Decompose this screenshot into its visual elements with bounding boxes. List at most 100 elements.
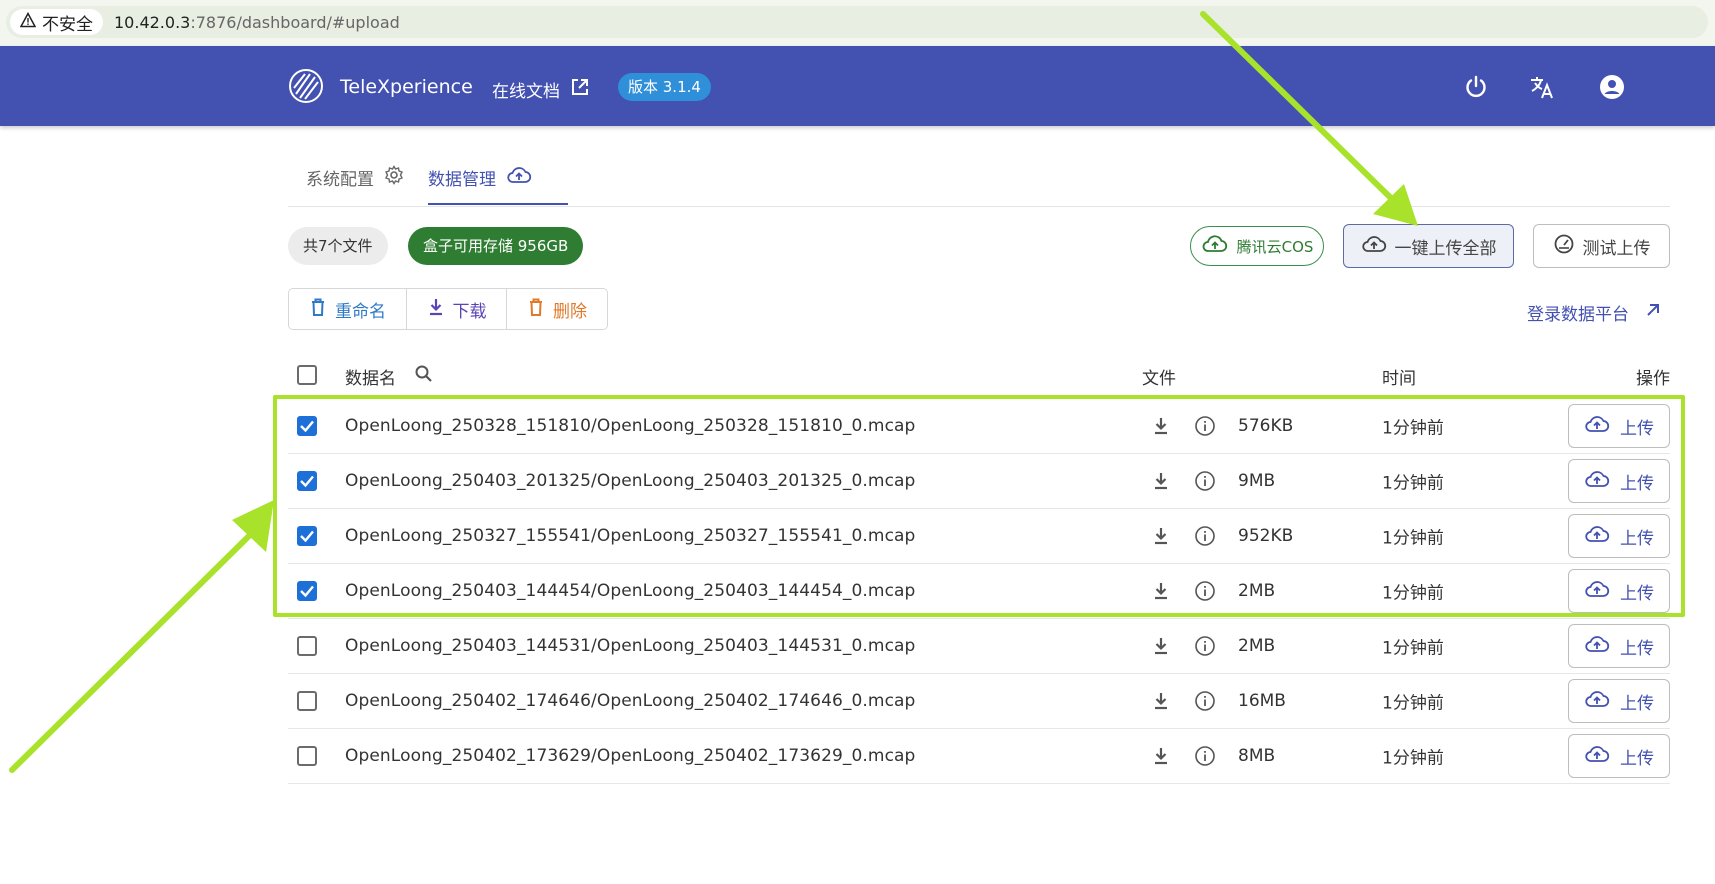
upload-label: 上传 [1620, 748, 1654, 769]
header-name: 数据名 [345, 364, 434, 389]
row-checkbox[interactable] [297, 581, 317, 601]
info-icon[interactable] [1194, 635, 1216, 662]
cloud-upload-icon [1584, 469, 1610, 494]
download-icon[interactable] [1152, 525, 1170, 552]
file-size: 952KB [1238, 526, 1294, 546]
download-icon[interactable] [1152, 580, 1170, 607]
tab-label: 系统配置 [306, 170, 374, 190]
row-upload-button[interactable]: 上传 [1568, 459, 1670, 503]
info-icon[interactable] [1194, 690, 1216, 717]
gear-icon [384, 165, 404, 190]
row-checkbox[interactable] [297, 691, 317, 711]
download-icon[interactable] [1152, 745, 1170, 772]
row-upload-button[interactable]: 上传 [1568, 404, 1670, 448]
file-time: 1分钟前 [1382, 418, 1444, 439]
online-docs-link[interactable]: 在线文档 [492, 77, 590, 102]
upload-label: 上传 [1620, 693, 1654, 714]
url-text[interactable]: 10.42.0.3:7876/dashboard/#upload [114, 13, 400, 32]
cos-label: 腾讯云COS [1236, 237, 1314, 256]
download-button[interactable]: 下载 [407, 289, 507, 329]
table-row: OpenLoong_250328_151810/OpenLoong_250328… [288, 398, 1670, 453]
info-icon[interactable] [1194, 525, 1216, 552]
info-icon[interactable] [1194, 745, 1216, 772]
file-time: 1分钟前 [1382, 693, 1444, 714]
select-all-checkbox[interactable] [297, 365, 317, 385]
row-checkbox[interactable] [297, 526, 317, 546]
table-row: OpenLoong_250403_144454/OpenLoong_250403… [288, 563, 1670, 618]
cloud-upload-icon [1584, 634, 1610, 659]
file-count-chip: 共7个文件 [288, 227, 388, 265]
table-row: OpenLoong_250327_155541/OpenLoong_250327… [288, 508, 1670, 563]
upload-all-label: 一键上传全部 [1394, 238, 1497, 259]
url-path: :7876/dashboard/#upload [190, 13, 400, 32]
upload-label: 上传 [1620, 528, 1654, 549]
file-time: 1分钟前 [1382, 638, 1444, 659]
download-icon[interactable] [1152, 690, 1170, 717]
upload-all-button[interactable]: 一键上传全部 [1343, 224, 1514, 268]
download-icon[interactable] [1152, 635, 1170, 662]
info-icon[interactable] [1194, 580, 1216, 607]
upload-label: 上传 [1620, 638, 1654, 659]
file-time: 1分钟前 [1382, 528, 1444, 549]
power-icon[interactable] [1461, 72, 1491, 102]
row-checkbox[interactable] [297, 636, 317, 656]
row-upload-button[interactable]: 上传 [1568, 514, 1670, 558]
tencent-cos-button[interactable]: 腾讯云COS [1190, 226, 1324, 266]
info-icon[interactable] [1194, 415, 1216, 442]
rename-label: 重命名 [335, 301, 386, 322]
insecure-label: 不安全 [42, 14, 93, 35]
row-upload-button[interactable]: 上传 [1568, 734, 1670, 778]
header-name-label: 数据名 [345, 369, 396, 389]
tab-bar: 系统配置 数据管理 [288, 150, 1670, 207]
trash-icon [527, 297, 545, 322]
delete-button[interactable]: 删除 [507, 289, 607, 329]
cloud-upload-icon [1584, 579, 1610, 604]
login-data-platform-link[interactable]: 登录数据平台 [1527, 300, 1661, 325]
test-upload-label: 测试上传 [1582, 238, 1651, 259]
file-name: OpenLoong_250327_155541/OpenLoong_250327… [345, 526, 916, 546]
row-checkbox[interactable] [297, 471, 317, 491]
row-checkbox[interactable] [297, 746, 317, 766]
row-upload-button[interactable]: 上传 [1568, 569, 1670, 613]
login-platform-label: 登录数据平台 [1527, 305, 1629, 325]
file-size: 9MB [1238, 471, 1276, 491]
app-logo [288, 68, 324, 104]
file-name: OpenLoong_250328_151810/OpenLoong_250328… [345, 416, 916, 436]
storage-chip: 盒子可用存储 956GB [408, 227, 584, 265]
row-upload-button[interactable]: 上传 [1568, 624, 1670, 668]
tab-system-config[interactable]: 系统配置 [306, 150, 404, 205]
file-name: OpenLoong_250402_174646/OpenLoong_250402… [345, 691, 916, 711]
active-tab-indicator [428, 203, 568, 205]
tab-data-management[interactable]: 数据管理 [428, 150, 532, 205]
file-size: 576KB [1238, 416, 1294, 436]
table-row: OpenLoong_250403_201325/OpenLoong_250403… [288, 453, 1670, 508]
rename-button[interactable]: 重命名 [289, 289, 407, 329]
account-icon[interactable] [1597, 72, 1627, 102]
download-icon[interactable] [1152, 415, 1170, 442]
table-row: OpenLoong_250402_173629/OpenLoong_250402… [288, 728, 1670, 784]
cloud-upload-icon [506, 165, 532, 190]
file-time: 1分钟前 [1382, 473, 1444, 494]
arrow-up-right-icon [1645, 302, 1661, 323]
security-indicator[interactable]: 不安全 [10, 9, 103, 35]
test-upload-button[interactable]: 测试上传 [1533, 224, 1670, 268]
download-icon[interactable] [1152, 470, 1170, 497]
brand-name[interactable]: TeleXperience [340, 76, 473, 98]
cloud-upload-icon [1361, 234, 1387, 259]
row-checkbox[interactable] [297, 416, 317, 436]
file-name: OpenLoong_250403_201325/OpenLoong_250403… [345, 471, 916, 491]
search-icon[interactable] [414, 364, 434, 389]
upload-label: 上传 [1620, 418, 1654, 439]
file-size: 8MB [1238, 746, 1276, 766]
cloud-upload-icon [1201, 234, 1229, 258]
file-time: 1分钟前 [1382, 583, 1444, 604]
file-time: 1分钟前 [1382, 748, 1444, 769]
cloud-upload-icon [1584, 689, 1610, 714]
row-upload-button[interactable]: 上传 [1568, 679, 1670, 723]
file-size: 16MB [1238, 691, 1286, 711]
translate-icon[interactable] [1527, 72, 1557, 102]
download-label: 下载 [452, 301, 487, 322]
file-size: 2MB [1238, 581, 1276, 601]
trash-icon [309, 297, 327, 322]
info-icon[interactable] [1194, 470, 1216, 497]
